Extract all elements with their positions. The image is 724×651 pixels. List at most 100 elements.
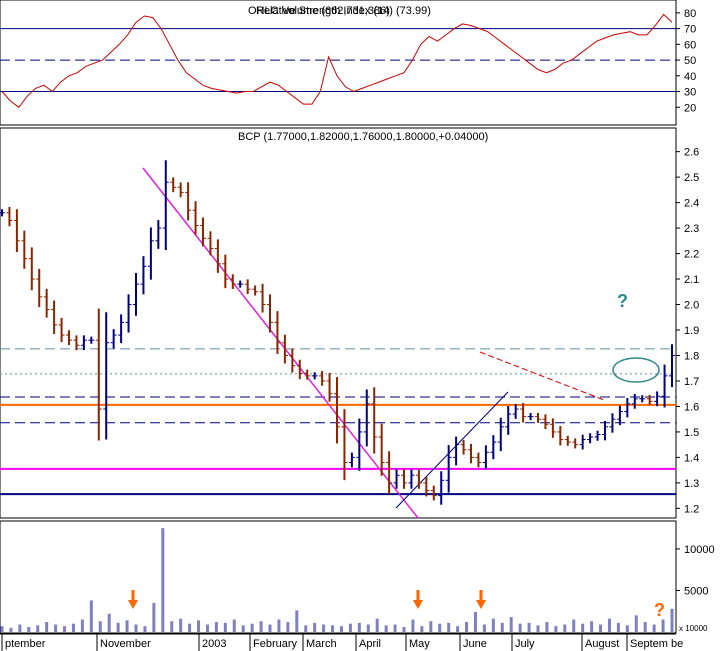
ohlc-bar: [274, 311, 281, 354]
ohlc-bar: [542, 414, 549, 430]
volume-bar: [339, 626, 343, 632]
ohlc-bar: [602, 420, 608, 441]
trendlines: [142, 167, 660, 519]
price-tick-label: 1.2: [684, 503, 699, 515]
volume-bar: [482, 624, 486, 632]
ohlc-bar: [535, 412, 541, 423]
volume-bar: [98, 621, 102, 632]
rsi-panel: OHLC Volume (662,731,386) Relative Stren…: [0, 0, 696, 126]
ohlc-bar: [393, 469, 400, 489]
ohlc-bar: [639, 395, 646, 403]
volume-tick-label: 5000: [684, 585, 708, 597]
ohlc-bar: [177, 182, 184, 198]
ohlc-bar: [319, 371, 326, 386]
ohlc-bar: [482, 445, 489, 470]
volume-bar: [80, 619, 84, 632]
rsi-tick-label: 50: [684, 55, 696, 67]
price-tick-label: 1.7: [684, 376, 699, 388]
price-tick-label: 2.3: [684, 223, 699, 235]
price-tick-label: 2.2: [684, 249, 699, 261]
volume-bar: [54, 624, 58, 632]
volume-bar: [286, 622, 290, 632]
price-panel: BCP (1.77000,1.82000,1.76000,1.80000,+0.…: [0, 127, 699, 519]
volume-bar: [0, 626, 4, 632]
volume-bar: [509, 617, 513, 632]
ohlc-bar: [348, 452, 355, 468]
ohlc-bar: [527, 413, 534, 421]
volume-bar: [116, 622, 120, 632]
volume-panel: ? 10000 5000 x 10000: [0, 520, 715, 634]
x-tick-label: August: [585, 638, 619, 650]
volume-bar: [205, 624, 209, 632]
volume-bar: [313, 622, 317, 632]
x-tick-label: ptember: [5, 638, 46, 650]
volume-bar: [250, 623, 254, 632]
ohlc-bar: [43, 288, 50, 318]
ohlc-bar: [408, 469, 415, 489]
volume-bar: [456, 626, 460, 632]
x-tick-label: May: [409, 638, 430, 650]
ohlc-bar: [252, 285, 259, 296]
x-tick-label: March: [306, 638, 337, 650]
volume-bar: [232, 619, 236, 632]
ohlc-bar: [594, 430, 601, 441]
volume-bar: [590, 621, 594, 632]
rsi-tick-label: 30: [684, 87, 696, 99]
x-axis-labels: ptember November 2003 February March April May…: [1, 634, 683, 651]
volume-arrow: [476, 590, 486, 609]
price-tick-label: 2.6: [684, 147, 699, 159]
rsi-y-axis: 80 70 60 50 40 30 20: [676, 8, 696, 114]
uptrend-line: [395, 391, 509, 509]
volume-bar: [268, 624, 272, 632]
volume-arrow: [128, 590, 138, 609]
ohlc-bar: [118, 314, 125, 344]
ohlc-bar: [155, 220, 162, 249]
volume-bar: [429, 621, 433, 632]
ohlc-bars: [0, 160, 675, 505]
consolidation-circle: [612, 357, 660, 383]
volume-bar: [581, 623, 585, 632]
volume-bar: [197, 620, 201, 632]
ohlc-bar: [58, 317, 65, 343]
price-tick-label: 1.4: [684, 452, 699, 464]
volume-bar: [465, 622, 469, 632]
volume-bar: [375, 618, 379, 632]
ohlc-bar: [259, 283, 266, 313]
volume-bar: [616, 622, 620, 632]
x-tick-label: November: [100, 638, 151, 650]
volume-bar: [634, 615, 638, 632]
volume-bar: [170, 621, 174, 632]
ohlc-bar: [430, 485, 437, 501]
volume-bar: [143, 626, 147, 632]
price-y-axis: 2.6 2.5 2.4 2.3 2.2 2.1 2.0 1.9 1.8 1.7 1.6 1.5 1.4 1…: [676, 147, 699, 515]
volume-bar: [89, 600, 93, 632]
volume-question-annotation: ?: [654, 600, 665, 620]
ohlc-bar: [21, 230, 28, 269]
ohlc-bar: [0, 209, 5, 217]
price-tick-label: 1.3: [684, 478, 699, 490]
price-tick-label: 1.8: [684, 350, 699, 362]
ohlc-bar: [125, 294, 132, 333]
volume-bar: [670, 608, 674, 632]
price-tick-label: 2.4: [684, 198, 699, 210]
ohlc-bar: [28, 247, 35, 291]
ohlc-bar: [147, 227, 154, 280]
volume-bar: [161, 528, 165, 632]
price-tick-label: 1.9: [684, 325, 699, 337]
ohlc-bar: [192, 201, 199, 235]
ohlc-bar: [669, 344, 675, 388]
volume-bars: [0, 528, 674, 632]
volume-bar: [393, 624, 397, 632]
ohlc-bar: [51, 300, 58, 335]
rsi-tick-label: 60: [684, 39, 696, 51]
ohlc-bar: [631, 393, 638, 409]
volume-bar: [9, 627, 13, 632]
ohlc-bar: [520, 403, 527, 423]
volume-bar: [36, 625, 40, 632]
ohlc-bar: [572, 438, 579, 449]
volume-bar: [152, 602, 156, 632]
price-tick-label: 1.6: [684, 401, 699, 413]
rsi-tick-label: 40: [684, 71, 696, 83]
volume-bar: [63, 626, 67, 632]
price-tick-label: 2.1: [684, 274, 699, 286]
